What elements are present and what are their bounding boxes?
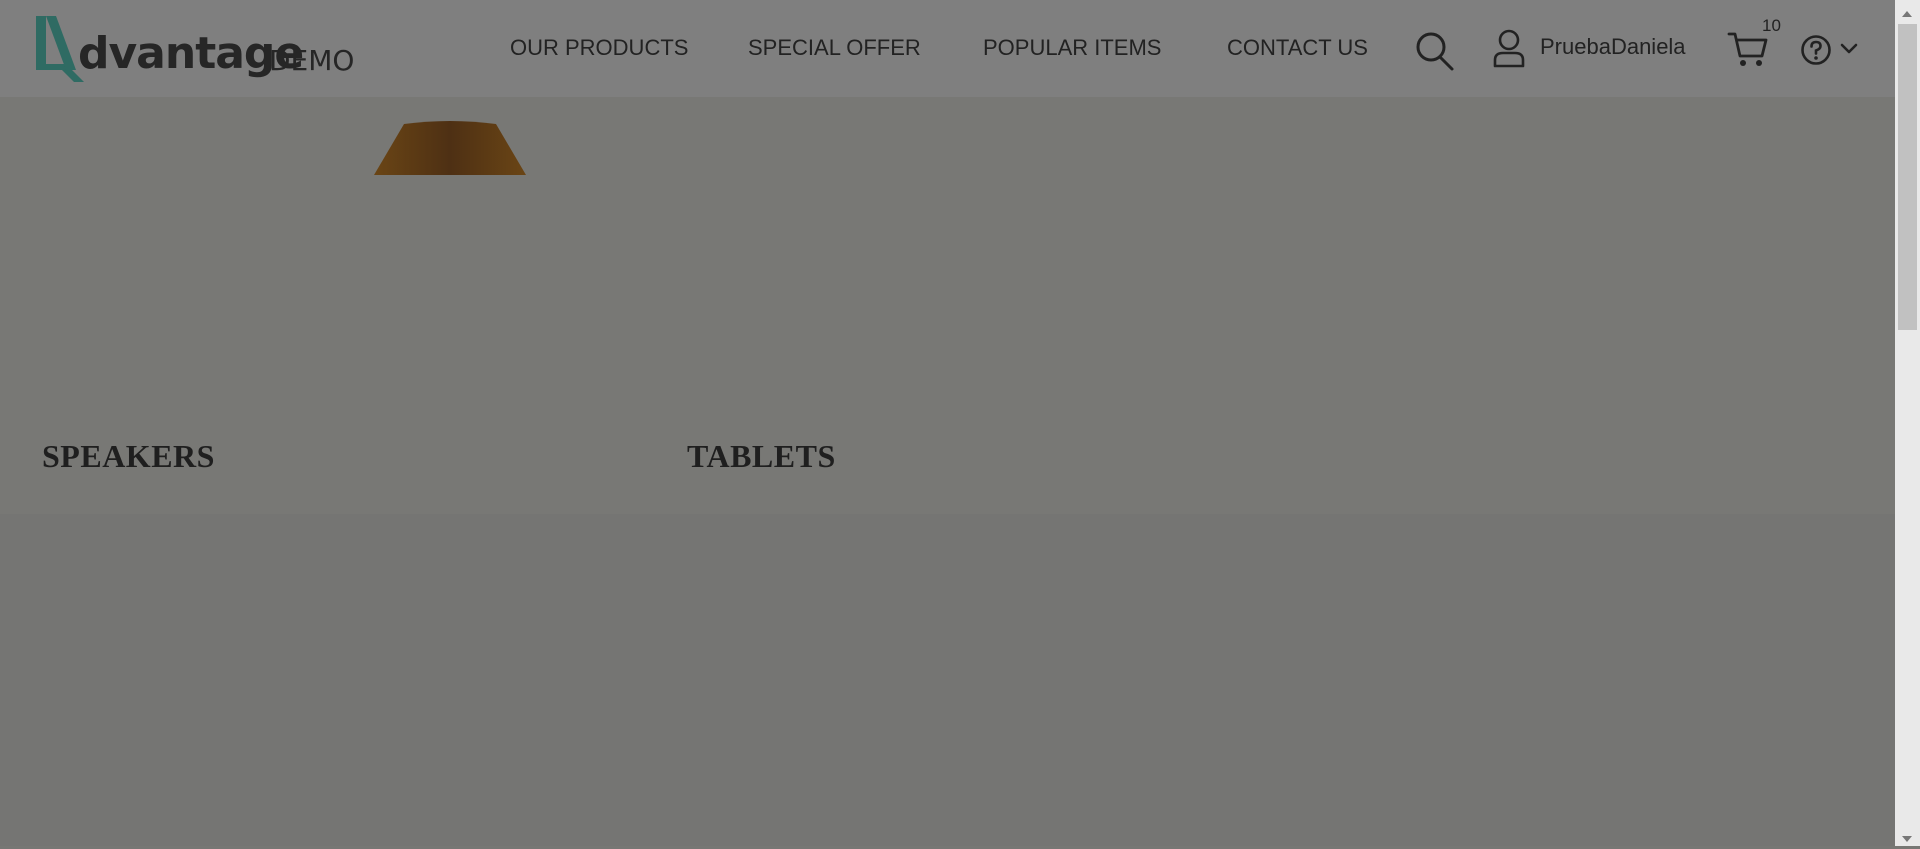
site-header: dvantage DEMO OUR PRODUCTS SPECIAL OFFER… — [0, 0, 1895, 97]
cart-badge: 10 — [1762, 16, 1781, 35]
category-speakers[interactable]: SPEAKERS — [42, 440, 215, 472]
chevron-down-icon[interactable] — [1840, 42, 1858, 60]
nav-our-products[interactable]: OUR PRODUCTS — [510, 37, 688, 59]
user-icon[interactable] — [1492, 28, 1526, 73]
search-icon[interactable] — [1414, 30, 1456, 77]
nav-popular-items[interactable]: POPULAR ITEMS — [983, 37, 1161, 59]
scrollbar-thumb[interactable] — [1898, 24, 1917, 330]
lamp-shade-image — [372, 120, 528, 181]
scroll-up-arrow-icon[interactable] — [1900, 6, 1914, 24]
help-icon[interactable] — [1800, 34, 1832, 71]
nav-special-offer[interactable]: SPECIAL OFFER — [748, 37, 921, 59]
logo-demo-label: DEMO — [269, 44, 355, 77]
category-banner — [0, 97, 1895, 514]
logo-mark-icon — [36, 16, 84, 82]
nav-contact-us[interactable]: CONTACT US — [1227, 37, 1368, 59]
category-tablets[interactable]: TABLETS — [687, 440, 836, 472]
content-area — [0, 514, 1895, 846]
scroll-down-arrow-icon[interactable] — [1900, 831, 1914, 849]
username-label[interactable]: PruebaDaniela — [1540, 36, 1686, 58]
cart-icon[interactable] — [1727, 30, 1769, 73]
